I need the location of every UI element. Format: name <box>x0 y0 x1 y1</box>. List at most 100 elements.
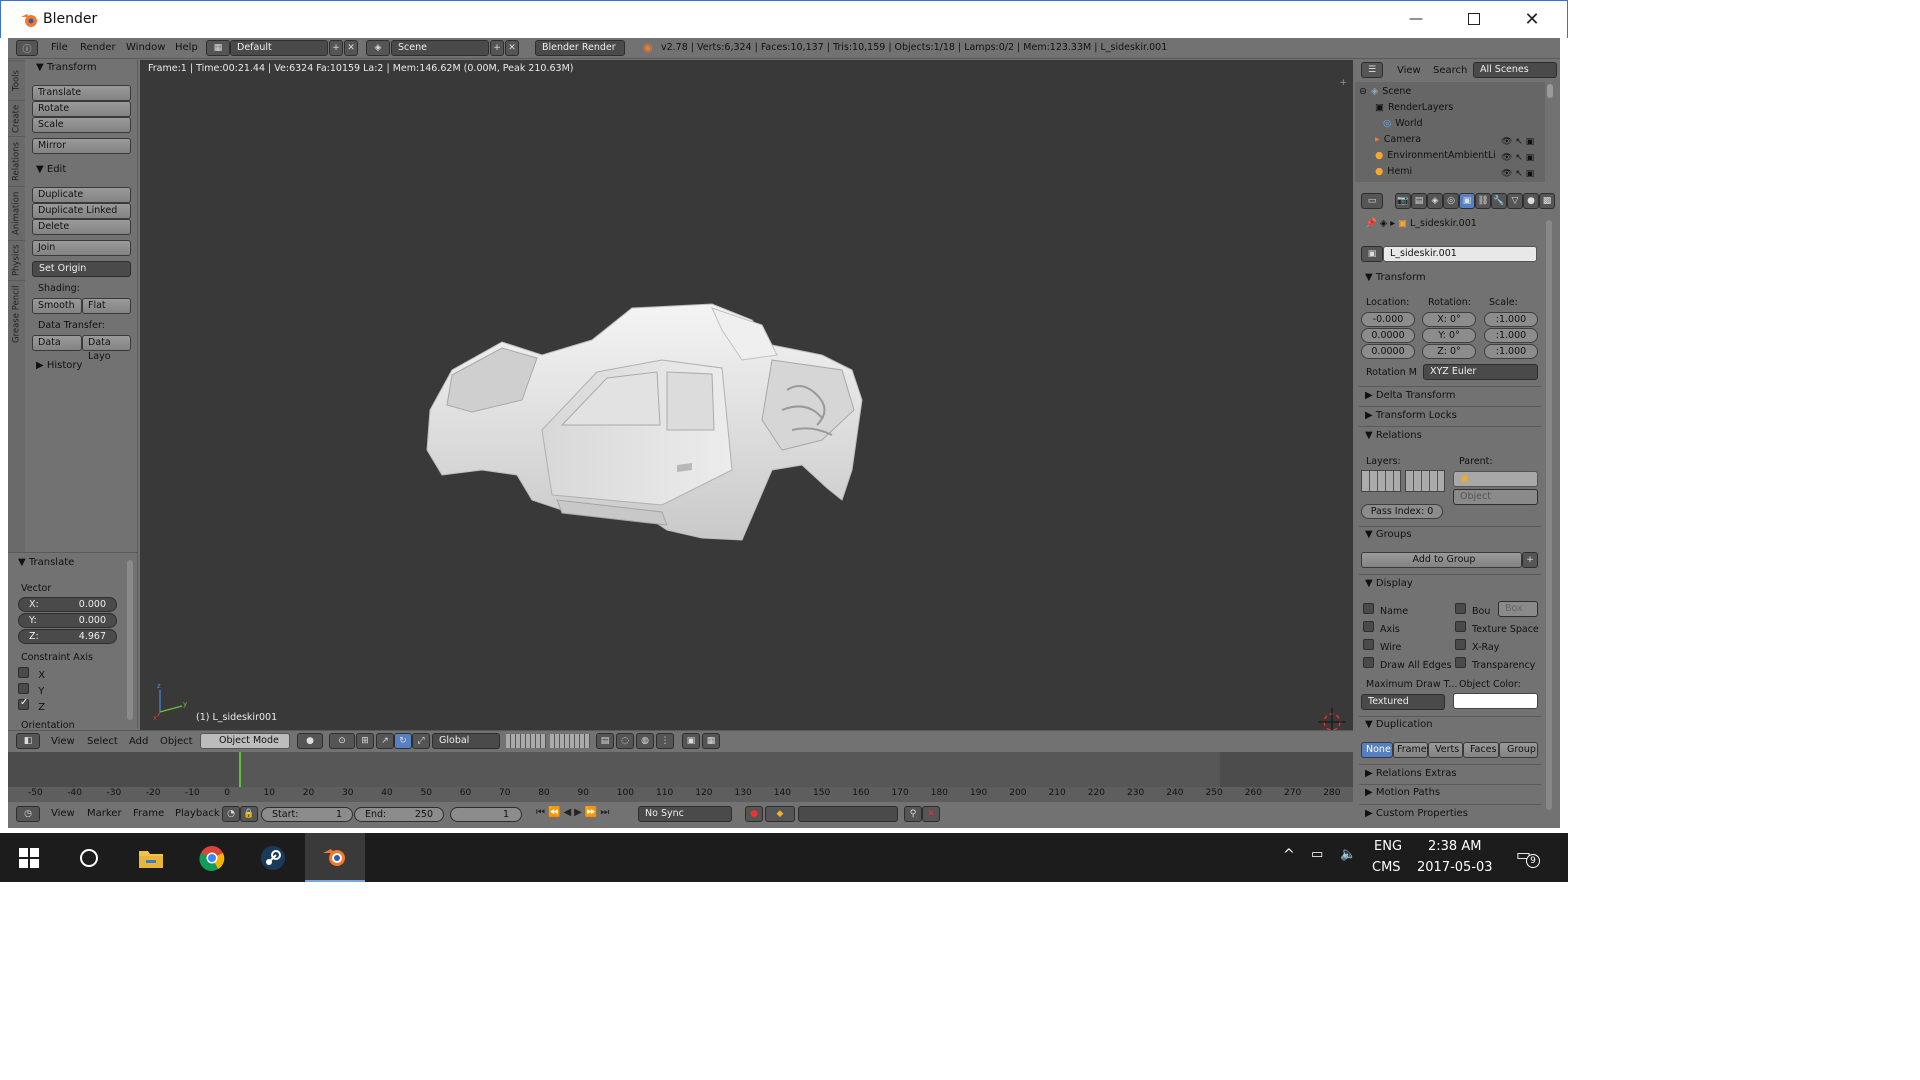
constraint-z-checkbox[interactable]: ✓ Z <box>18 697 45 713</box>
object-color-swatch[interactable] <box>1453 693 1538 709</box>
display-header[interactable]: ▼ Display <box>1365 578 1413 589</box>
duplication-frames-button[interactable]: Frames <box>1393 742 1432 758</box>
operator-panel-header[interactable]: ▼ Translate <box>18 557 74 568</box>
motion-paths-header[interactable]: ▶ Motion Paths <box>1365 787 1440 798</box>
proportional-edit-icon[interactable]: ◌ <box>616 733 634 749</box>
vp-menu-object[interactable]: Object <box>160 736 193 747</box>
data-button[interactable]: Data <box>32 335 82 351</box>
constraint-y-checkbox[interactable]: Y <box>18 683 44 697</box>
rotation-y-field[interactable]: Y: 0° <box>1422 328 1476 343</box>
set-origin-select[interactable]: Set Origin <box>32 261 131 277</box>
eye-icon[interactable]: 👁 ↖ ▣ <box>1501 137 1534 147</box>
tab-animation[interactable]: Animation <box>8 186 25 240</box>
language-indicator[interactable]: ENG <box>1374 839 1402 854</box>
vector-y-field[interactable]: Y: 0.000 <box>18 613 117 628</box>
clock-time[interactable]: 2:38 AM <box>1428 839 1481 854</box>
maximize-button[interactable] <box>1445 1 1503 37</box>
rotate-manipulator-icon[interactable]: ↻ <box>394 733 412 749</box>
menu-file[interactable]: File <box>51 42 68 53</box>
menu-window[interactable]: Window <box>126 42 165 53</box>
add-scene-icon[interactable]: + <box>490 40 504 56</box>
duplicate-button[interactable]: Duplicate <box>32 187 131 203</box>
editor-type-3d-icon[interactable]: ◧ <box>16 733 40 749</box>
editor-type-icon[interactable]: ⓘ <box>16 40 38 56</box>
material-tab-icon[interactable]: ● <box>1523 193 1539 209</box>
tab-grease-pencil[interactable]: Grease Pencil <box>8 280 25 348</box>
outliner-menu-view[interactable]: View <box>1397 65 1421 76</box>
lock-camera-icon[interactable]: ▤ <box>596 733 614 749</box>
tab-tools[interactable]: Tools <box>8 60 25 100</box>
vector-x-field[interactable]: X: 0.000 <box>18 597 117 612</box>
start-frame-field[interactable]: Start: 1 <box>261 807 353 822</box>
add-to-group-button[interactable]: Add to Group <box>1361 552 1522 568</box>
keyframe-type-icon[interactable]: ◆ <box>765 806 795 822</box>
duplication-header[interactable]: ▼ Duplication <box>1365 719 1433 730</box>
tl-menu-view[interactable]: View <box>51 808 75 819</box>
add-layout-icon[interactable]: + <box>329 40 343 56</box>
scene-icon[interactable]: ◈ <box>366 40 390 56</box>
blender-taskbar-button[interactable] <box>305 833 365 882</box>
props-transform-header[interactable]: ▼ Transform <box>1365 272 1426 283</box>
smooth-button[interactable]: Smooth <box>32 298 82 314</box>
tl-menu-playback[interactable]: Playback <box>175 808 220 819</box>
vp-menu-add[interactable]: Add <box>129 736 148 747</box>
layers-grid-b[interactable] <box>550 734 590 748</box>
ime-indicator[interactable]: CMS <box>1372 860 1401 875</box>
outliner-item-camera[interactable]: ▸ Camera <box>1375 131 1421 147</box>
location-x-field[interactable]: -0.000 <box>1361 312 1415 327</box>
texture-tab-icon[interactable]: ▩ <box>1539 193 1555 209</box>
rotation-x-field[interactable]: X: 0° <box>1422 312 1476 327</box>
translate-button[interactable]: Translate <box>32 85 131 101</box>
viewport-shading-icon[interactable]: ● <box>297 733 323 749</box>
file-explorer-button[interactable] <box>121 833 181 882</box>
snap-toggle-icon[interactable]: ◍ <box>636 733 654 749</box>
location-z-field[interactable]: 0.0000 <box>1361 344 1415 359</box>
clock-date[interactable]: 2017-05-03 <box>1417 860 1493 875</box>
rotate-button[interactable]: Rotate <box>32 101 131 117</box>
start-button[interactable] <box>0 833 58 882</box>
remove-scene-icon[interactable]: ✕ <box>505 40 519 56</box>
manipulator-toggle-icon[interactable]: ⊞ <box>356 733 374 749</box>
constraints-tab-icon[interactable]: ⛓ <box>1475 193 1491 209</box>
scene-field[interactable]: Scene <box>391 40 489 56</box>
history-panel-header[interactable]: ▶ History <box>36 360 82 371</box>
end-frame-field[interactable]: End: 250 <box>354 807 444 822</box>
groups-header[interactable]: ▼ Groups <box>1365 529 1412 540</box>
pass-index-field[interactable]: Pass Index: 0 <box>1361 504 1443 519</box>
jump-end-icon[interactable]: ⏭ <box>600 807 612 818</box>
display-name-checkbox[interactable]: Name <box>1363 603 1408 617</box>
close-button[interactable]: ✕ <box>1503 1 1561 37</box>
screen-layout-icon[interactable]: ▦ <box>206 40 230 56</box>
render-tab-icon[interactable]: 📷 <box>1395 193 1411 209</box>
data-tab-icon[interactable]: ▽ <box>1507 193 1523 209</box>
tl-menu-marker[interactable]: Marker <box>87 808 122 819</box>
menu-help[interactable]: Help <box>175 42 198 53</box>
pivot-point-icon[interactable]: ⊙ <box>329 733 355 749</box>
display-wire-checkbox[interactable]: Wire <box>1363 639 1401 653</box>
transform-locks-header[interactable]: ▶ Transform Locks <box>1365 410 1457 421</box>
duplicate-linked-button[interactable]: Duplicate Linked <box>32 203 131 219</box>
sync-mode-select[interactable]: No Sync <box>638 806 732 822</box>
pin-icon[interactable]: 📌 <box>1365 218 1377 229</box>
add-group-icon[interactable]: + <box>1522 552 1538 568</box>
delete-key-icon[interactable]: ✕ <box>922 806 940 822</box>
constraint-x-checkbox[interactable]: X <box>18 667 45 681</box>
lock-range-icon[interactable]: 🔒 <box>240 806 258 822</box>
volume-icon[interactable]: 🔈 <box>1340 847 1356 862</box>
snap-element-icon[interactable]: ⋮ <box>656 733 674 749</box>
network-icon[interactable]: ▭ <box>1311 847 1323 862</box>
parent-type-select[interactable]: Object <box>1453 489 1538 505</box>
chrome-button[interactable] <box>182 833 242 882</box>
mirror-button[interactable]: Mirror <box>32 138 131 154</box>
join-button[interactable]: Join <box>32 240 131 256</box>
transform-orientation-select[interactable]: Global <box>432 733 500 749</box>
rotation-mode-select[interactable]: XYZ Euler <box>1423 364 1538 380</box>
show-hidden-icons[interactable]: ^ <box>1283 847 1295 863</box>
3d-viewport[interactable]: Frame:1 | Time:00:21.44 | Ve:6324 Fa:101… <box>140 60 1353 736</box>
current-frame-line[interactable] <box>239 752 241 787</box>
editor-type-properties-icon[interactable]: ▭ <box>1361 193 1383 209</box>
playback-controls[interactable]: ⏮⏪◀▶⏩⏭ <box>536 807 612 818</box>
display-texture-space-checkbox[interactable]: Texture Space <box>1455 621 1539 635</box>
duplication-faces-button[interactable]: Faces <box>1463 742 1499 758</box>
scale-y-field[interactable]: :1.000 <box>1484 328 1538 343</box>
